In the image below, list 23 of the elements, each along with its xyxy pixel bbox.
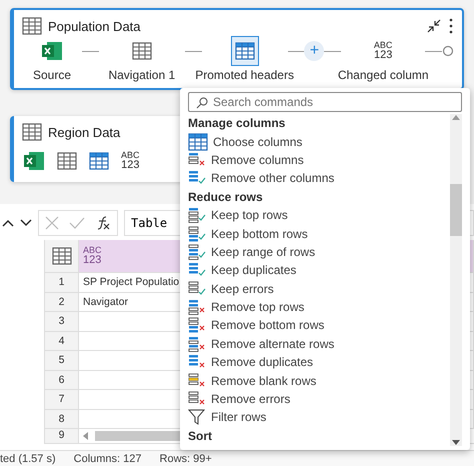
row-number: 3 — [45, 312, 79, 332]
row-number: 5 — [45, 351, 79, 370]
status-text: Rows: 99+ — [160, 452, 212, 464]
status-text: Columns: 127 — [74, 452, 142, 464]
type-icon: ABC 123 — [374, 41, 392, 61]
step-label: Promoted headers — [195, 68, 294, 82]
type-icon: ABC 123 — [121, 151, 140, 171]
query-title: Region Data — [48, 124, 122, 140]
step-label: Source — [32, 68, 72, 82]
query-title: Population Data — [48, 18, 142, 34]
status-text: ted (1.57 s) — [0, 452, 56, 464]
step-label: Navigation 1 — [108, 68, 176, 82]
row-number: 1 — [45, 273, 79, 292]
row-number: 7 — [45, 390, 79, 410]
row-number: 4 — [45, 332, 79, 351]
menu-section-header: Sort — [188, 428, 212, 445]
row-number: 6 — [45, 370, 79, 390]
row-number: 9 — [58, 429, 64, 441]
menu-section-header: Manage columns — [188, 115, 286, 132]
row-number: 8 — [45, 410, 79, 429]
row-number: 2 — [45, 292, 79, 312]
menu-section-header: Reduce rows — [188, 188, 263, 206]
step-label: Changed column — [338, 68, 429, 82]
